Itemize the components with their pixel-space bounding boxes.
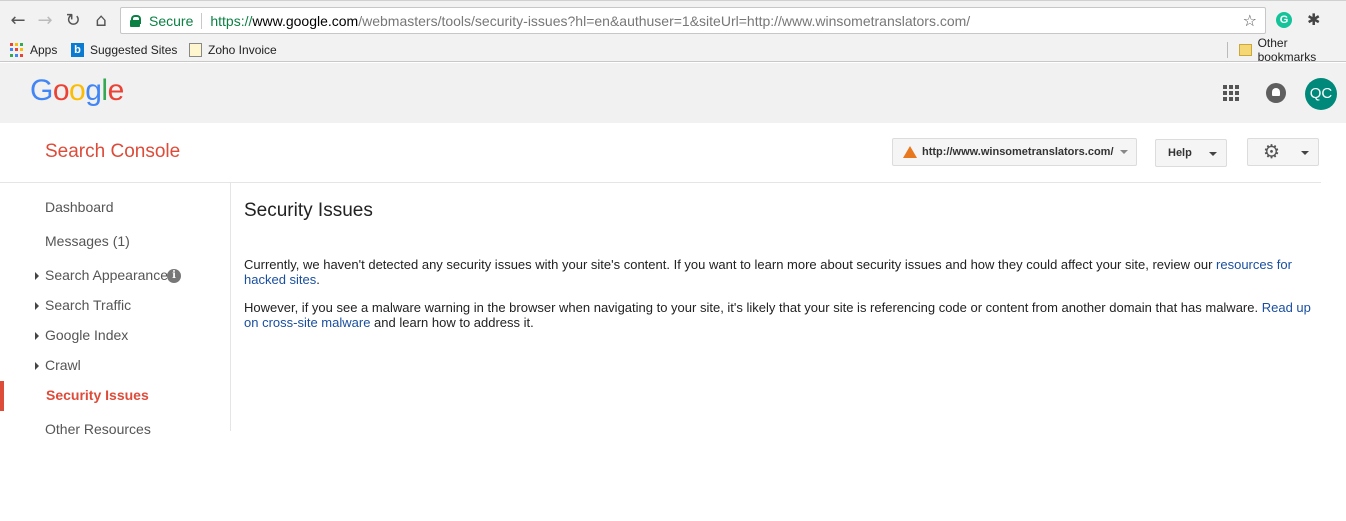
bookmark-star-icon[interactable]: ☆ (1243, 11, 1257, 30)
sidebar-item-search-traffic[interactable]: Search Traffic (0, 294, 230, 318)
folder-icon (1239, 44, 1252, 56)
expand-triangle-icon (35, 302, 39, 310)
bookmark-suggested-label: Suggested Sites (90, 43, 178, 57)
bookmark-apps-label: Apps (30, 43, 58, 57)
sidebar-item-crawl[interactable]: Crawl (0, 354, 230, 378)
bookmark-other[interactable]: Other bookmarks (1239, 36, 1346, 64)
sidebar-item-label: Search Traffic (45, 297, 132, 313)
zoho-icon (189, 43, 202, 57)
logo-letter: e (107, 74, 125, 107)
logo-letter: o (52, 74, 70, 107)
bing-icon: b (71, 43, 84, 57)
forward-arrow-icon[interactable]: → (34, 9, 56, 31)
address-bar[interactable]: Secure https://www.google.com/webmasters… (120, 7, 1266, 34)
google-header: Google QC (0, 63, 1346, 123)
sidebar-item-label: Dashboard (45, 199, 114, 215)
bookmark-zoho-label: Zoho Invoice (208, 43, 277, 57)
apps-grid-icon (10, 43, 24, 57)
sidebar-item-search-appearance[interactable]: Search Appearance i (0, 264, 230, 288)
expand-triangle-icon (35, 362, 39, 370)
site-selector-dropdown[interactable]: http://www.winsometranslators.com/ (892, 138, 1137, 166)
malware-paragraph: However, if you see a malware warning in… (244, 300, 1324, 330)
sidebar-item-label: Crawl (45, 357, 81, 373)
url-host: www.google.com (252, 12, 359, 29)
paragraph-text: . (316, 272, 320, 287)
sidebar-item-label: Messages (1) (45, 233, 130, 249)
help-button[interactable]: Help (1155, 139, 1227, 167)
sidebar-item-dashboard[interactable]: Dashboard (0, 196, 230, 220)
gear-icon: ⚙ (1263, 141, 1281, 163)
chevron-down-icon (1209, 152, 1217, 156)
bookmarks-divider (1227, 42, 1228, 58)
account-avatar[interactable]: QC (1305, 78, 1337, 110)
bookmark-suggested-sites[interactable]: b Suggested Sites (71, 41, 177, 59)
lock-icon (130, 14, 141, 27)
settings-button[interactable]: ⚙ (1247, 138, 1319, 166)
extension-puzzle-icon[interactable]: ✱ (1307, 10, 1320, 29)
logo-letter: g (85, 74, 102, 107)
omnibox-divider (201, 12, 203, 29)
url-scheme: https:// (210, 12, 253, 29)
sidebar-item-security-issues[interactable]: Security Issues (0, 381, 230, 411)
expand-triangle-icon (35, 332, 39, 340)
sidebar-item-label: Other Resources (45, 421, 151, 437)
help-button-label: Help (1168, 147, 1192, 159)
search-console-title[interactable]: Search Console (45, 141, 180, 163)
chevron-down-icon (1119, 150, 1128, 154)
home-icon[interactable]: ⌂ (90, 9, 112, 31)
bookmark-other-label: Other bookmarks (1257, 36, 1317, 64)
info-icon[interactable]: i (167, 269, 181, 283)
grammarly-extension-icon[interactable]: G (1276, 12, 1292, 28)
chevron-down-icon (1301, 151, 1309, 155)
page-title: Security Issues (244, 200, 373, 221)
bookmark-zoho-invoice[interactable]: Zoho Invoice (189, 41, 277, 59)
site-favicon-icon (903, 146, 917, 158)
paragraph-text: and learn how to address it. (370, 315, 534, 330)
paragraph-text: Currently, we haven't detected any secur… (244, 257, 1217, 272)
google-apps-icon[interactable] (1223, 85, 1239, 101)
logo-letter: G (30, 74, 53, 107)
google-logo[interactable]: Google (30, 74, 124, 108)
expand-triangle-icon (35, 272, 39, 280)
sidebar-item-google-index[interactable]: Google Index (0, 324, 230, 348)
sidebar-nav: Dashboard Messages (1) Search Appearance… (0, 183, 231, 437)
notifications-bell-icon[interactable] (1266, 83, 1286, 103)
bookmarks-bar: Apps b Suggested Sites Zoho Invoice Othe… (0, 36, 1346, 64)
paragraph-text: However, if you see a malware warning in… (244, 300, 1262, 315)
sidebar-item-label: Search Appearance (45, 267, 168, 283)
url-path: /webmasters/tools/security-issues?hl=en&… (358, 12, 971, 29)
reload-icon[interactable]: ↻ (62, 9, 84, 31)
bookmark-apps[interactable]: Apps (10, 41, 57, 59)
site-selector-label: http://www.winsometranslators.com/ (922, 146, 1114, 158)
sidebar-item-label: Security Issues (46, 387, 149, 403)
browser-toolbar: ← → ↻ ⌂ Secure https://www.google.com/we… (0, 0, 1346, 38)
sidebar-item-label: Google Index (45, 327, 129, 343)
status-paragraph: Currently, we haven't detected any secur… (244, 257, 1324, 287)
back-arrow-icon[interactable]: ← (7, 9, 29, 31)
active-indicator (0, 381, 4, 411)
sidebar-item-other-resources[interactable]: Other Resources (0, 418, 230, 442)
secure-label: Secure (149, 12, 194, 29)
sidebar-item-messages[interactable]: Messages (1) (0, 230, 230, 254)
logo-letter: o (69, 74, 86, 107)
